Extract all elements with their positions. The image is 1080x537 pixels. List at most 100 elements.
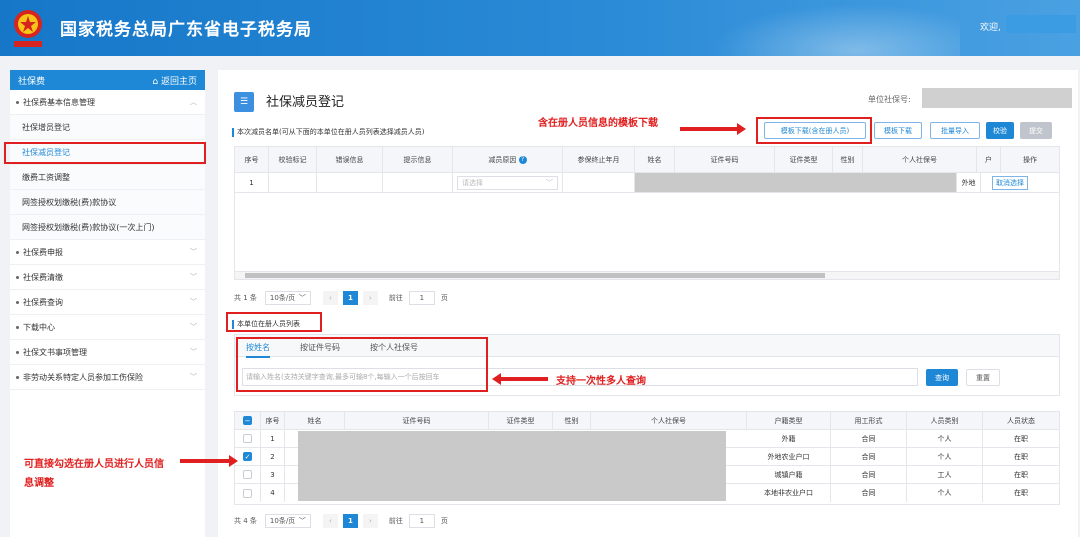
section-label-reduction-list: 本次减员名单(可从下面的本单位在册人员列表选择减员人员) (232, 128, 424, 137)
pagination-2: 共 4 条 10条/页 ﹀ ‹ 1 › 前往 1 页 (234, 514, 448, 528)
sidebar-item-documents[interactable]: 社保文书事项管理 ﹀ (10, 340, 205, 365)
sidebar-item-label: 社保文书事项管理 (23, 347, 87, 357)
home-icon: ⌂ (152, 76, 159, 87)
column-header: 证件号码 (345, 412, 489, 429)
top-header: 国家税务总局广东省电子税务局 欢迎, (0, 0, 1080, 56)
chevron-down-icon: ﹀ (190, 273, 197, 281)
sidebar-item-basic-info[interactable]: 社保费基本信息管理 ︿ (10, 90, 205, 115)
sidebar-item-download-center[interactable]: 下载中心 ﹀ (10, 315, 205, 340)
query-button[interactable]: 查询 (926, 369, 958, 386)
row-index: 1 (235, 173, 269, 192)
hint-cell (383, 173, 453, 192)
highlight-sidebar-item (4, 142, 206, 164)
status-cell: 在职 (1014, 452, 1028, 461)
reason-select[interactable]: 请选择 ﹀ (457, 175, 558, 190)
horizontal-scrollbar[interactable] (235, 271, 1059, 279)
row-checkbox-cell (235, 466, 261, 483)
sidebar-item-label: 社保费清缴 (23, 272, 63, 282)
reason-select-placeholder: 请选择 (462, 178, 483, 187)
next-page-button[interactable]: › (362, 514, 378, 528)
sidebar-item-query[interactable]: 社保费查询 ﹀ (10, 290, 205, 315)
redacted-personal-info (635, 173, 957, 192)
sidebar-item-label: 社保增员登记 (22, 122, 70, 132)
row-checkbox[interactable] (243, 488, 252, 498)
sidebar-item-agreement-onsite[interactable]: 网签授权划缴税(费)款协议(一次上门) (10, 215, 205, 240)
column-header: 校验标记 (269, 147, 317, 172)
home-link-label: 返回主页 (160, 76, 197, 87)
annotation-multi-query: 支持一次性多人查询 (556, 376, 646, 387)
sidebar-item-add-staff[interactable]: 社保增员登记 (10, 115, 205, 140)
row-checkbox[interactable] (243, 434, 252, 443)
category-cell: 个人 (907, 430, 983, 447)
page-size-value: 10条/页 (269, 294, 296, 302)
page-size-select[interactable]: 10条/页 ﹀ (264, 291, 311, 305)
column-header: 证件类型 (775, 147, 833, 172)
column-header: 户 (977, 147, 1001, 172)
employment-cell: 合同 (831, 430, 907, 447)
chevron-down-icon: ﹀ (298, 294, 306, 302)
employment-cell: 合同 (831, 448, 907, 465)
annotation-check-adjust-line2: 息调整 (24, 478, 54, 489)
next-page-button[interactable]: › (362, 291, 378, 305)
column-header: 人员类别 (907, 412, 983, 429)
sidebar-header: 社保费 ⌂ 返回主页 (10, 70, 205, 90)
page-unit: 页 (440, 517, 448, 525)
user-name-redacted[interactable] (1006, 15, 1076, 33)
prev-page-button[interactable]: ‹ (322, 291, 338, 305)
sidebar-item-clear-payment[interactable]: 社保费清缴 ﹀ (10, 265, 205, 290)
select-all-cell: − (235, 412, 261, 429)
sidebar-item-label: 网签授权划缴税(费)款协议(一次上门) (22, 222, 155, 232)
batch-import-button[interactable]: 批量导入 (930, 122, 980, 139)
help-icon[interactable]: ? (518, 155, 527, 164)
row-index: 3 (261, 466, 285, 483)
unit-select-redacted[interactable] (922, 88, 1072, 108)
sidebar-item-declaration[interactable]: 社保费申报 ﹀ (10, 240, 205, 265)
row-checkbox-cell (235, 430, 261, 447)
unit-label: 单位社保号: (868, 95, 911, 104)
highlight-template-button (756, 117, 872, 144)
select-all-checkbox[interactable]: − (243, 416, 252, 425)
sidebar-item-agreement[interactable]: 网签授权划缴税(费)款协议 (10, 190, 205, 215)
chevron-down-icon: ﹀ (190, 348, 197, 356)
reduction-table: 序号 校验标记 错误信息 提示信息 减员原因 ? 参保终止年月 姓名 证件号码 … (234, 146, 1060, 280)
page-size-select[interactable]: 10条/页 ﹀ (264, 514, 311, 528)
table-header-row: 序号 校验标记 错误信息 提示信息 减员原因 ? 参保终止年月 姓名 证件号码 … (235, 147, 1059, 173)
end-month-cell (563, 173, 635, 192)
table-header-row: − 序号 姓名 证件号码 证件类型 性别 个人社保号 户籍类型 用工形式 人员类… (235, 412, 1059, 430)
category-cell: 个人 (907, 448, 983, 465)
submit-button[interactable]: 提交 (1020, 122, 1052, 139)
sidebar-item-injury-insurance[interactable]: 非劳动关系特定人员参加工伤保险 ﹀ (10, 365, 205, 390)
prev-page-button[interactable]: ‹ (322, 514, 338, 528)
sidebar-item-wage-adjust[interactable]: 缴费工资调整 (10, 165, 205, 190)
highlight-search-area (236, 337, 488, 392)
verify-button[interactable]: 校验 (986, 122, 1014, 139)
hukou-cell: 城镇户籍 (747, 466, 831, 483)
column-header: 性别 (553, 412, 591, 429)
chevron-down-icon: ﹀ (546, 178, 553, 187)
goto-input[interactable]: 1 (408, 291, 435, 305)
national-emblem-icon (14, 10, 42, 47)
page-number[interactable]: 1 (342, 291, 358, 305)
home-link[interactable]: ⌂ 返回主页 (152, 74, 197, 87)
row-checkbox[interactable] (243, 470, 252, 479)
column-header: 姓名 (285, 412, 345, 429)
chevron-up-icon: ︿ (190, 98, 197, 106)
column-header: 个人社保号 (863, 147, 977, 172)
reset-button[interactable]: 重置 (966, 369, 1000, 386)
column-header: 序号 (261, 412, 285, 429)
page-number[interactable]: 1 (342, 514, 358, 528)
page-size-value: 10条/页 (269, 517, 296, 525)
row-index: 1 (261, 430, 285, 447)
scrollbar-thumb[interactable] (245, 273, 825, 278)
total-count: 共 1 条 (234, 294, 257, 302)
goto-input[interactable]: 1 (408, 514, 435, 528)
row-checkbox-checked[interactable]: ✓ (243, 452, 252, 461)
pagination-1: 共 1 条 10条/页 ﹀ ‹ 1 › 前往 1 页 (234, 291, 448, 305)
row-checkbox-cell (235, 484, 261, 502)
site-title: 国家税务总局广东省电子税务局 (60, 20, 312, 40)
cancel-select-button[interactable]: 取消选择 (992, 175, 1028, 190)
template-download-button[interactable]: 模板下载 (874, 122, 922, 139)
status-cell: 在职 (1014, 434, 1028, 443)
main-panel: ☰ 社保减员登记 单位社保号: 本次减员名单(可从下面的本单位在册人员列表选择减… (218, 70, 1078, 537)
page-unit: 页 (440, 294, 448, 302)
